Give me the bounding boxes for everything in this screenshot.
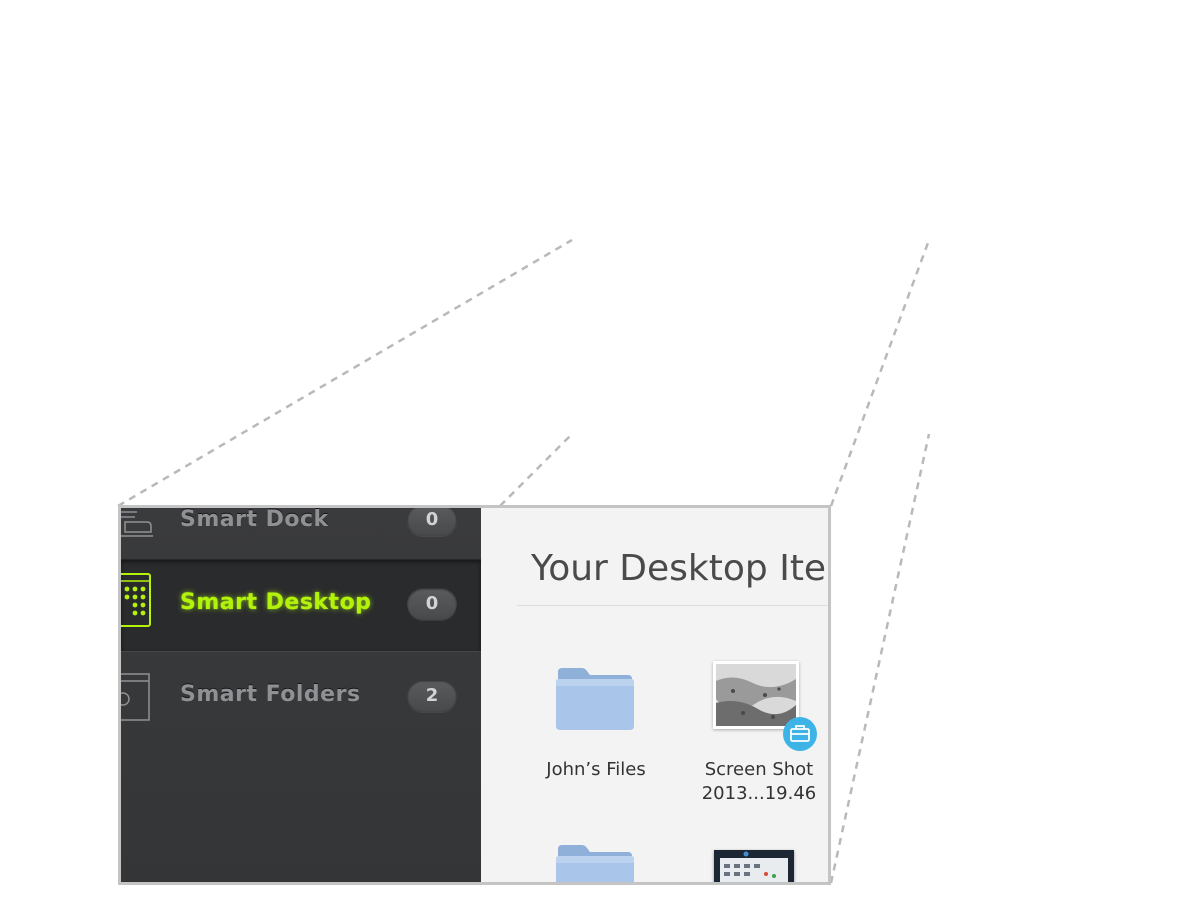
file-name-line1: Screen Shot (704, 759, 814, 780)
file-name-line2: 2013...19.46 (701, 783, 817, 804)
sidebar-item-smart-folders[interactable]: Smart Folders 2 (121, 652, 481, 744)
sidebar: Smart Dock 0 Smart Desktop 0 Smart Folde… (121, 508, 481, 882)
file-item-johns-files[interactable]: John’s Files (516, 658, 676, 788)
desktop-grid-icon (121, 572, 153, 632)
title-divider (517, 605, 828, 606)
count-badge: 0 (407, 588, 457, 620)
folder-icon[interactable] (554, 843, 636, 882)
file-name: John’s Files (546, 759, 646, 780)
sidebar-item-smart-dock[interactable]: Smart Dock 0 (121, 507, 481, 560)
zoomed-window-region: Smart Dock 0 Smart Desktop 0 Smart Folde… (118, 505, 831, 885)
page-title: Your Desktop Ite (531, 548, 827, 589)
zoom-callout-stage: Smart Dock 0 Smart Desktop 0 Smart Folde… (0, 0, 1200, 900)
count-badge: 2 (407, 680, 457, 712)
sidebar-item-smart-desktop[interactable]: Smart Desktop 0 (121, 560, 481, 652)
desktop-items-pane: Your Desktop Ite John’s Files Screen Sho… (481, 508, 828, 882)
sidebar-item-label: Smart Dock (180, 507, 329, 532)
gear-folder-icon (121, 672, 153, 726)
count-badge: 0 (407, 508, 457, 536)
file-item-screen-shot[interactable]: Screen Shot 2013...19.46 (679, 656, 828, 806)
briefcase-icon (783, 717, 817, 751)
screenshot-thumbnail[interactable] (714, 850, 794, 882)
folder-icon (554, 666, 636, 736)
sidebar-item-label: Smart Folders (180, 682, 361, 707)
dock-icon (121, 510, 157, 550)
sidebar-item-label: Smart Desktop (180, 590, 372, 615)
